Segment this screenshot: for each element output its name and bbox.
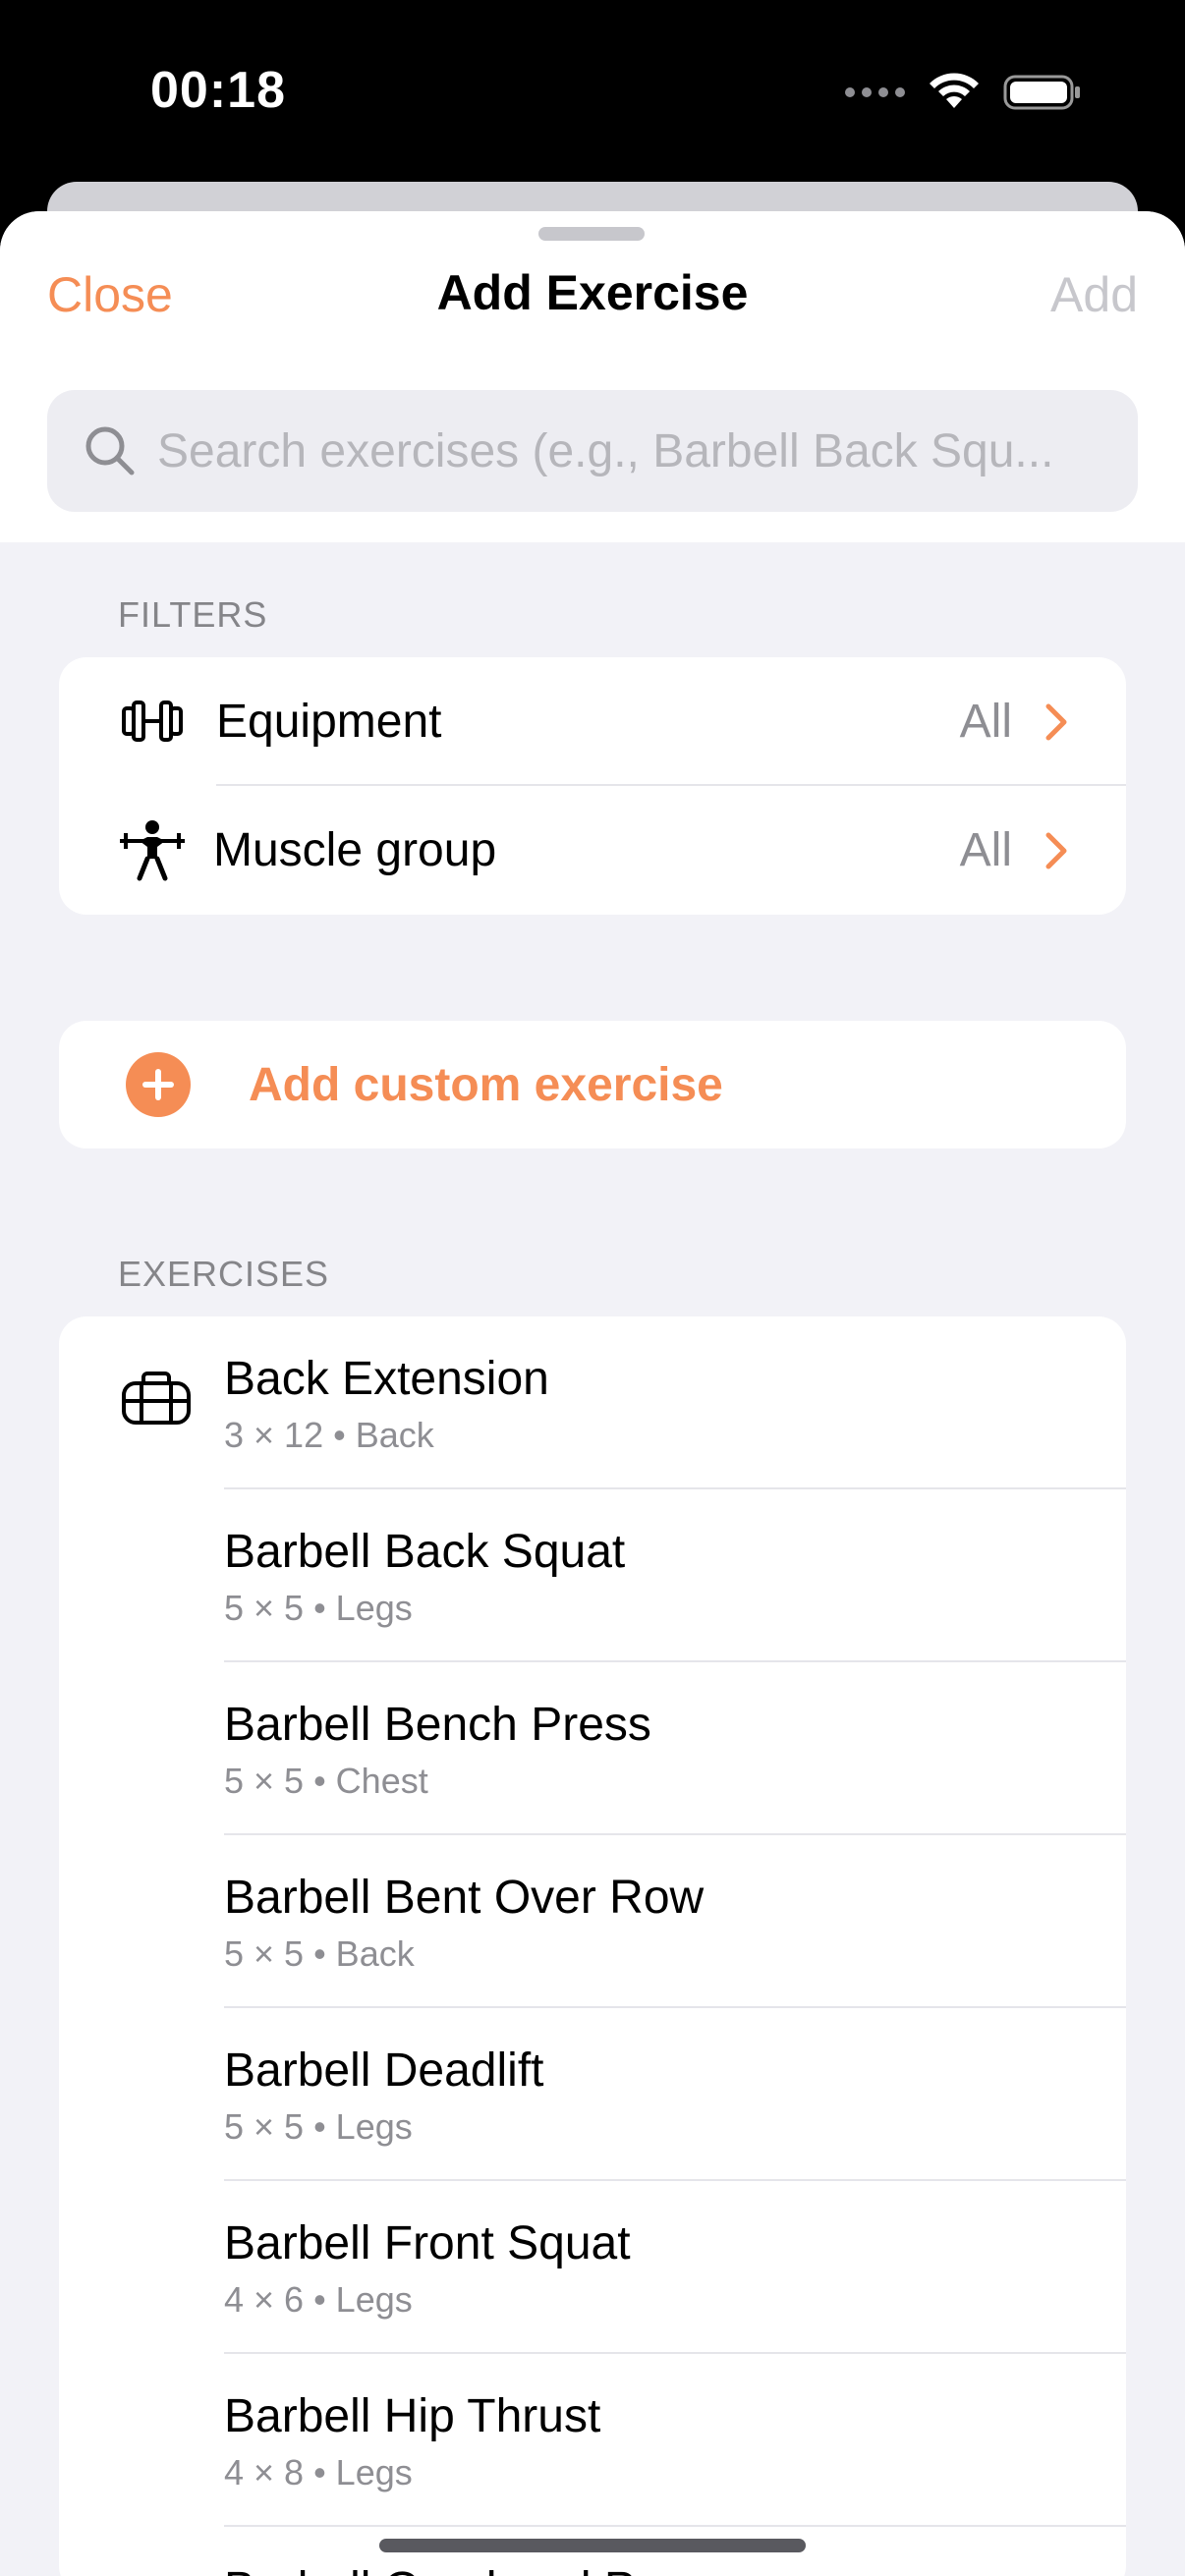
- list-item[interactable]: Barbell Deadlift 5 × 5 • Legs: [59, 2008, 1126, 2181]
- exercise-name: Back Extension: [224, 1353, 549, 1405]
- page-title: Add Exercise: [436, 265, 749, 320]
- add-button[interactable]: Add: [1050, 266, 1138, 323]
- gym-bag-icon: [122, 1372, 191, 1425]
- dumbbell-icon: [122, 700, 183, 742]
- list-item[interactable]: Barbell Bench Press 5 × 5 • Chest: [59, 1662, 1126, 1835]
- status-bar: 00:18: [0, 0, 1185, 182]
- exercises-section-label: EXERCISES: [118, 1254, 330, 1294]
- wifi-icon: [930, 73, 979, 108]
- status-icons: [845, 73, 1082, 112]
- sheet-header: Close Add Exercise Add: [0, 211, 1185, 542]
- filter-muscle-group-row[interactable]: Muscle group All: [59, 786, 1126, 915]
- search-bar[interactable]: [47, 390, 1138, 512]
- exercise-name: Barbell Deadlift: [224, 2044, 544, 2097]
- exercise-name: Barbell Front Squat: [224, 2217, 631, 2269]
- sheet-grabber[interactable]: [538, 227, 645, 241]
- exercise-name: Barbell Back Squat: [224, 1526, 626, 1578]
- exercise-name: Barbell Bench Press: [224, 1699, 651, 1751]
- filter-value-equipment: All: [959, 696, 1012, 748]
- exercise-name: Barbell Bent Over Row: [224, 1872, 705, 1924]
- cellular-signal-icon: [845, 87, 905, 97]
- exercise-detail: 5 × 5 • Legs: [224, 2106, 413, 2147]
- add-exercise-sheet: Close Add Exercise Add FILTERS Equipment…: [0, 211, 1185, 2576]
- exercise-detail: 5 × 5 • Chest: [224, 1761, 428, 1801]
- exercise-detail: 4 × 6 • Legs: [224, 2279, 413, 2320]
- status-time: 00:18: [150, 62, 286, 119]
- add-custom-exercise-label: Add custom exercise: [249, 1059, 723, 1111]
- filter-label-equipment: Equipment: [216, 696, 442, 748]
- exercise-detail: 3 × 12 • Back: [224, 1415, 434, 1455]
- list-item[interactable]: Barbell Front Squat 4 × 6 • Legs: [59, 2181, 1126, 2354]
- filters-section-label: FILTERS: [118, 594, 268, 635]
- weightlifter-icon: [120, 820, 185, 881]
- plus-circle-icon: [126, 1052, 191, 1117]
- list-item[interactable]: Barbell Back Squat 5 × 5 • Legs: [59, 1489, 1126, 1662]
- list-item[interactable]: Back Extension 3 × 12 • Back: [59, 1316, 1126, 1489]
- add-custom-exercise-button[interactable]: Add custom exercise: [59, 1021, 1126, 1148]
- filter-equipment-row[interactable]: Equipment All: [59, 657, 1126, 786]
- filter-value-muscle-group: All: [959, 824, 1012, 876]
- exercise-name: Barbell Overhead Press: [224, 2562, 725, 2576]
- filters-card: Equipment All Muscle group All: [59, 657, 1126, 915]
- search-icon: [85, 426, 135, 476]
- filter-label-muscle-group: Muscle group: [213, 824, 497, 876]
- exercise-detail: 5 × 5 • Back: [224, 1933, 415, 1974]
- search-input[interactable]: [157, 390, 1120, 512]
- chevron-right-icon: [1045, 703, 1067, 741]
- home-indicator: [379, 2539, 806, 2552]
- exercise-detail: 5 × 5 • Legs: [224, 1588, 413, 1628]
- chevron-right-icon: [1045, 832, 1067, 869]
- exercise-detail: 4 × 8 • Legs: [224, 2452, 413, 2492]
- exercise-name: Barbell Hip Thrust: [224, 2390, 601, 2442]
- battery-icon: [1003, 75, 1080, 110]
- list-item[interactable]: Barbell Bent Over Row 5 × 5 • Back: [59, 1835, 1126, 2008]
- exercises-list: Back Extension 3 × 12 • Back Barbell Bac…: [59, 1316, 1126, 2576]
- list-item[interactable]: Barbell Hip Thrust 4 × 8 • Legs: [59, 2354, 1126, 2527]
